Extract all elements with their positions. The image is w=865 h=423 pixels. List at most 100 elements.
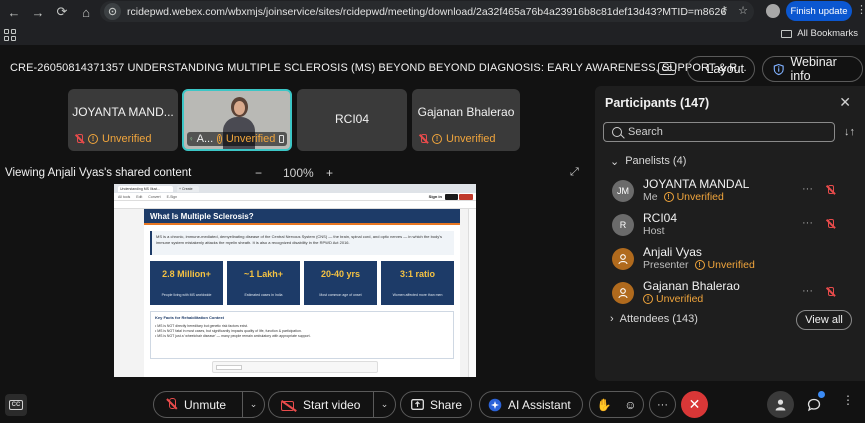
apps-grid-icon[interactable] bbox=[4, 29, 16, 41]
ai-assistant-button[interactable]: AI Assistant bbox=[479, 391, 583, 418]
sort-icon[interactable]: ↓↑ bbox=[844, 126, 855, 138]
tile-status: ! Unverified bbox=[418, 133, 496, 145]
panelists-section-toggle[interactable]: ⌄ Panelists (4) bbox=[610, 155, 686, 168]
captions-button[interactable]: CC bbox=[5, 394, 27, 416]
stat-value: 2.8 Million+ bbox=[162, 269, 211, 279]
reload-icon[interactable]: ⟳ bbox=[50, 2, 74, 22]
more-options-icon[interactable]: ··· bbox=[802, 285, 813, 297]
meeting-title: CRE-26050814371357 UNDERSTANDING MULTIPL… bbox=[10, 62, 747, 74]
emoji-icon[interactable]: ☺ bbox=[624, 398, 636, 412]
stat-card: 3:1 ratio Women affected more than men bbox=[381, 261, 454, 305]
zoom-out-button[interactable]: − bbox=[255, 166, 262, 180]
ai-assistant-label: AI Assistant bbox=[508, 397, 571, 412]
participant-row[interactable]: Anjali Vyas Presenter ! Unverified bbox=[612, 245, 857, 273]
attendees-section-toggle[interactable]: › Attendees (143) bbox=[610, 313, 698, 325]
all-bookmarks[interactable]: All Bookmarks bbox=[781, 28, 858, 39]
stat-label: People living with MS worldwide bbox=[161, 293, 212, 297]
shared-ask-button bbox=[459, 194, 473, 200]
participant-row[interactable]: JM JOYANTA MANDAL Me ! Unverified ··· bbox=[612, 177, 857, 205]
slide-page: What Is Multiple Sclerosis? MS is a chro… bbox=[144, 209, 460, 377]
participants-title: Participants (147) bbox=[605, 96, 710, 110]
participant-status: Unverified bbox=[656, 293, 704, 305]
stat-card: ~1 Lakh+ Estimated cases in India bbox=[227, 261, 300, 305]
stat-value: 20-40 yrs bbox=[320, 269, 361, 279]
expand-icon[interactable]: ⤢ bbox=[570, 166, 579, 179]
shared-toolbar-item: All tools bbox=[118, 194, 131, 199]
site-info-icon[interactable] bbox=[104, 3, 121, 20]
close-icon[interactable]: ✕ bbox=[839, 94, 851, 111]
browser-chrome: ← → ⟳ ⌂ rcidepwd.webex.com/wbxmjs/joinse… bbox=[0, 0, 865, 45]
stat-label: Women affected more than men bbox=[392, 293, 443, 297]
participant-search-input[interactable]: Search bbox=[603, 122, 835, 142]
mic-muted-icon[interactable] bbox=[825, 287, 835, 297]
zoom-level[interactable]: 100% bbox=[283, 166, 314, 180]
shared-content[interactable]: Understanding MS Illust... + Create All … bbox=[114, 184, 476, 377]
profile-avatar[interactable] bbox=[766, 4, 780, 18]
url-text[interactable]: rcidepwd.webex.com/wbxmjs/joinservice/si… bbox=[127, 6, 727, 18]
browser-menu-icon[interactable]: ⋮ bbox=[856, 3, 865, 16]
video-tile-rci04[interactable]: RCI04 bbox=[297, 89, 407, 151]
finish-update-button[interactable]: Finish update bbox=[786, 1, 852, 21]
more-options-icon[interactable]: ··· bbox=[802, 217, 813, 229]
leave-meeting-button[interactable]: ✕ bbox=[681, 391, 708, 418]
participants-button[interactable] bbox=[767, 391, 794, 418]
video-tile-joyanta[interactable]: JOYANTA MAND... ! Unverified bbox=[68, 89, 178, 151]
chevron-down-icon[interactable]: ⌄ bbox=[373, 392, 395, 417]
participant-meta: Presenter ! Unverified bbox=[643, 259, 755, 271]
participant-role: Presenter bbox=[643, 259, 689, 271]
mic-muted-icon[interactable] bbox=[825, 185, 835, 195]
participant-name: Gajanan Bhalerao bbox=[643, 279, 740, 293]
slide-intro: MS is a chronic, immune-mediated, demyel… bbox=[150, 231, 454, 255]
participant-status: Unverified bbox=[676, 191, 724, 203]
participant-name: JOYANTA MANDAL bbox=[643, 177, 750, 191]
warning-icon: ! bbox=[432, 134, 442, 144]
unmute-button[interactable]: Unmute ⌄ bbox=[153, 391, 265, 418]
chat-icon bbox=[807, 398, 820, 411]
key-icon[interactable]: ⚷ bbox=[720, 4, 728, 17]
closed-captions-icon[interactable]: CC bbox=[658, 62, 676, 75]
meeting-title-bar: CRE-26050814371357 UNDERSTANDING MULTIPL… bbox=[0, 52, 865, 86]
webinar-info-label: Webinar info bbox=[790, 55, 837, 83]
shared-browser-tabs: Understanding MS Illust... + Create bbox=[114, 184, 476, 193]
stat-card: 20-40 yrs Most common age of onset bbox=[304, 261, 377, 305]
more-options-icon[interactable]: ··· bbox=[802, 183, 813, 195]
share-button[interactable]: Share bbox=[400, 391, 472, 418]
key-fact: • MS is NOT just a 'wheelchair disease' … bbox=[155, 334, 311, 338]
warning-icon: ! bbox=[88, 134, 98, 144]
address-bar[interactable]: rcidepwd.webex.com/wbxmjs/joinservice/si… bbox=[100, 1, 754, 22]
tile-status-label: Unverified bbox=[102, 133, 152, 145]
stat-value: 3:1 ratio bbox=[399, 269, 435, 279]
more-vertical-icon[interactable]: ⋮ bbox=[842, 393, 854, 407]
forward-icon[interactable]: → bbox=[26, 2, 50, 22]
view-all-button[interactable]: View all bbox=[796, 310, 852, 330]
warning-icon: ! bbox=[694, 260, 705, 270]
info-shield-icon bbox=[773, 63, 784, 75]
shared-tab-create: + Create bbox=[177, 185, 199, 192]
video-tile-anjali[interactable]: A... ! Unverified bbox=[182, 89, 292, 151]
search-icon bbox=[612, 127, 622, 137]
chevron-right-icon: › bbox=[610, 313, 614, 325]
participant-row[interactable]: Gajanan Bhalerao ! Unverified ··· bbox=[612, 279, 857, 307]
slide-stats: 2.8 Million+ People living with MS world… bbox=[150, 261, 454, 305]
more-options-button[interactable]: ··· bbox=[649, 391, 676, 418]
raise-hand-icon[interactable]: ✋ bbox=[596, 398, 611, 412]
avatar bbox=[612, 248, 634, 270]
reactions-group: ✋ ☺ bbox=[589, 391, 644, 418]
mic-muted-icon[interactable] bbox=[825, 219, 835, 229]
bookmark-star-icon[interactable]: ☆ bbox=[738, 4, 748, 17]
stat-label: Estimated cases in India bbox=[244, 293, 283, 297]
back-icon[interactable]: ← bbox=[2, 2, 26, 22]
start-video-button[interactable]: Start video ⌄ bbox=[268, 391, 396, 418]
webinar-info-button[interactable]: Webinar info bbox=[762, 55, 863, 83]
shared-sign-in: Sign in bbox=[428, 194, 442, 199]
home-icon[interactable]: ⌂ bbox=[74, 2, 98, 22]
zoom-in-button[interactable]: + bbox=[326, 166, 333, 180]
participant-row[interactable]: R RCI04 Host ··· bbox=[612, 211, 857, 239]
warning-icon: ! bbox=[663, 192, 674, 202]
chevron-down-icon[interactable]: ⌄ bbox=[242, 392, 264, 417]
shared-subtoolbar bbox=[114, 201, 476, 209]
video-tile-gajanan[interactable]: Gajanan Bhalerao ! Unverified bbox=[412, 89, 520, 151]
tile-status: ! Unverified bbox=[74, 133, 152, 145]
stat-card: 2.8 Million+ People living with MS world… bbox=[150, 261, 223, 305]
layout-button[interactable]: Layout bbox=[687, 56, 755, 82]
